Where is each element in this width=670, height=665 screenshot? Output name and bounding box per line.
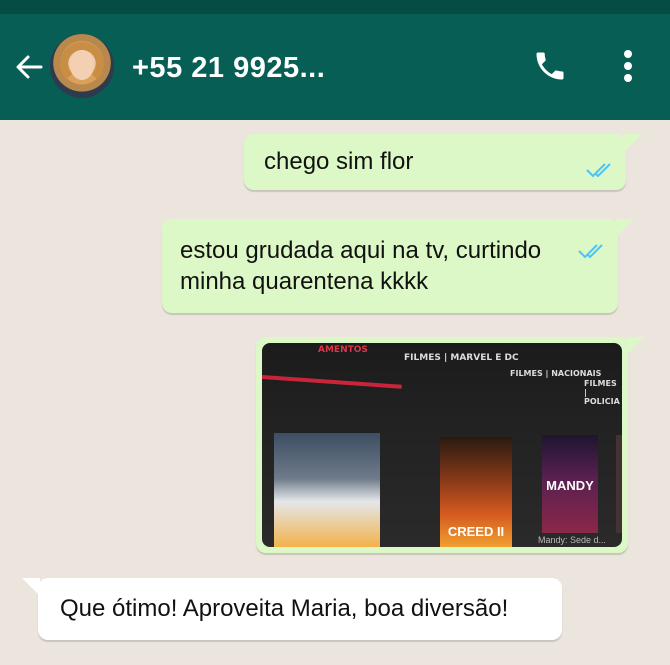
message-text: Que ótimo! Aproveita Maria, boa diversão… [60,595,509,622]
double-check-icon [586,163,611,178]
chat-header: +55 21 9925... [0,14,670,120]
phone-icon[interactable] [532,48,568,84]
movie-poster [274,433,380,547]
movie-poster [616,435,622,533]
poster-title: MANDY [546,478,594,493]
movie-poster: MANDY [542,435,598,533]
tv-tab-label: AMENTOS [318,345,368,355]
message-bubble-incoming[interactable]: Que ótimo! Aproveita Maria, boa diversão… [22,578,562,640]
poster-caption: Mandy: Sede d... [538,535,607,545]
status-bar [0,0,670,14]
message-bubble-image[interactable]: AMENTOS FILMES | MARVEL E DC FILMES | NA… [256,337,644,553]
message-bubble-outgoing[interactable]: estou grudada aqui na tv, curtindo minha… [162,219,634,313]
double-check-icon [578,244,603,259]
more-vertical-icon[interactable] [620,50,636,84]
avatar[interactable] [50,34,114,98]
photo-tv-screen[interactable]: AMENTOS FILMES | MARVEL E DC FILMES | NA… [262,343,622,547]
tv-tab-label: FILMES | MARVEL E DC [404,353,519,363]
contact-name[interactable]: +55 21 9925... [132,52,325,85]
message-text: estou grudada aqui na tv, curtindo minha… [180,237,542,295]
message-bubble-outgoing[interactable]: chego sim flor [244,134,642,190]
message-text: chego sim flor [264,148,414,175]
tv-tab-label: FILMES | NACIONAIS [510,369,602,378]
movie-poster: CREED II [440,437,512,547]
poster-title: CREED II [447,524,505,539]
tv-tab-label: FILMES | POLICIA [584,379,620,406]
back-arrow-icon[interactable] [14,52,44,82]
